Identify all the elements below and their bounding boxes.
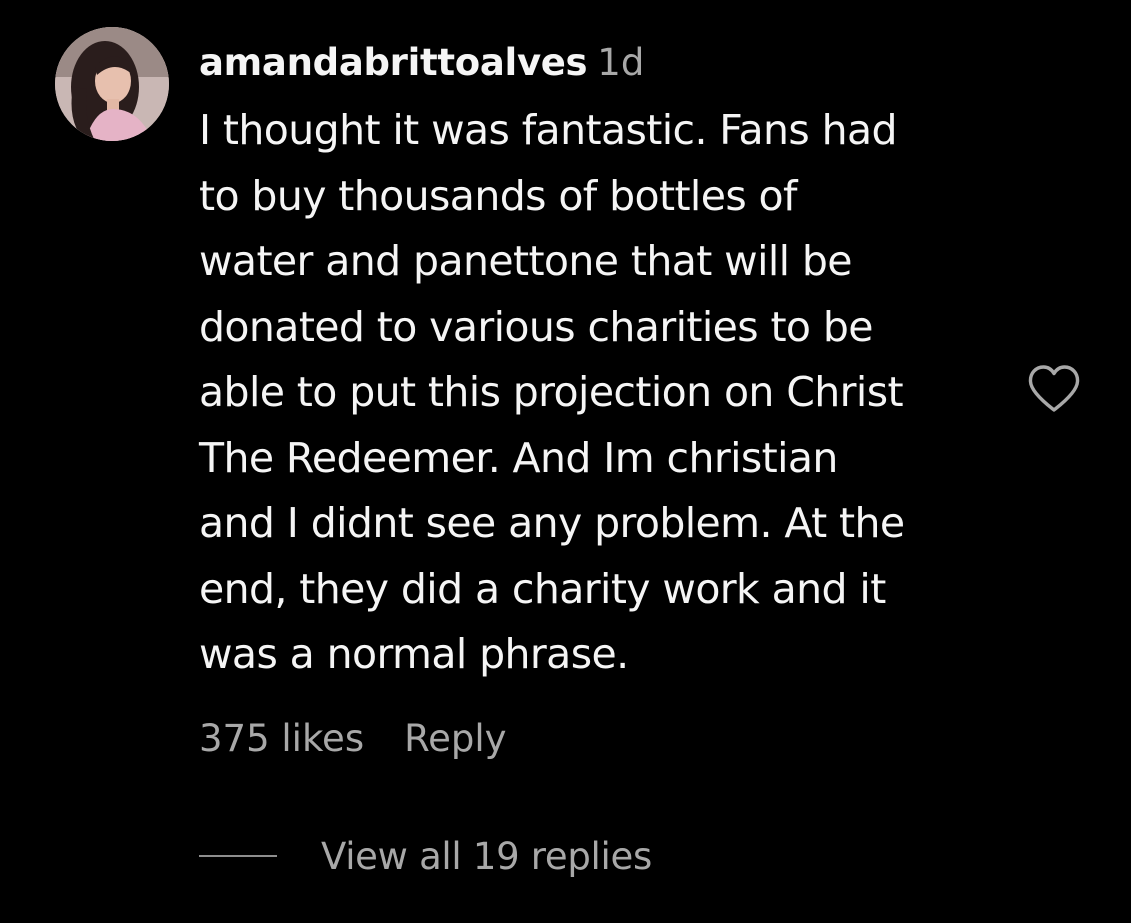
comment-text-line: able to put this projection on Christ [199, 368, 904, 416]
like-heart-icon[interactable] [1026, 363, 1082, 415]
username-link[interactable]: amandabrittoalves [199, 41, 588, 84]
likes-count-button[interactable]: 375 likes [199, 717, 364, 760]
view-replies-label: View all 19 replies [321, 834, 652, 878]
comment-timestamp: 1d [597, 41, 645, 84]
comment-text: I thought it was fantastic. Fans had to … [199, 98, 1019, 688]
comment-text-line: The Redeemer. And Im christian [199, 433, 838, 482]
user-avatar[interactable] [55, 27, 169, 141]
reply-button[interactable]: Reply [404, 717, 506, 760]
comment-text-line: donated to various charities to be [199, 302, 874, 351]
comment-text-line: and I didnt see any problem. At the [199, 499, 905, 547]
replies-divider-line [199, 855, 277, 857]
comment-header: amandabrittoalves 1d [199, 38, 644, 95]
comment-text-line: was a normal phrase. [199, 630, 629, 678]
comment-item: amandabrittoalves 1d I thought it was fan… [0, 0, 1131, 923]
comment-text-line: to buy thousands of bottles of [199, 171, 797, 220]
comment-text-line: end, they did a charity work and it [199, 564, 886, 613]
comment-actions: 375 likes Reply [199, 713, 507, 772]
comment-text-line: I thought it was fantastic. Fans had [199, 106, 898, 154]
comment-text-line: water and panettone that will be [199, 237, 853, 285]
view-replies-button[interactable]: View all 19 replies [199, 830, 652, 882]
avatar-image [55, 27, 169, 141]
